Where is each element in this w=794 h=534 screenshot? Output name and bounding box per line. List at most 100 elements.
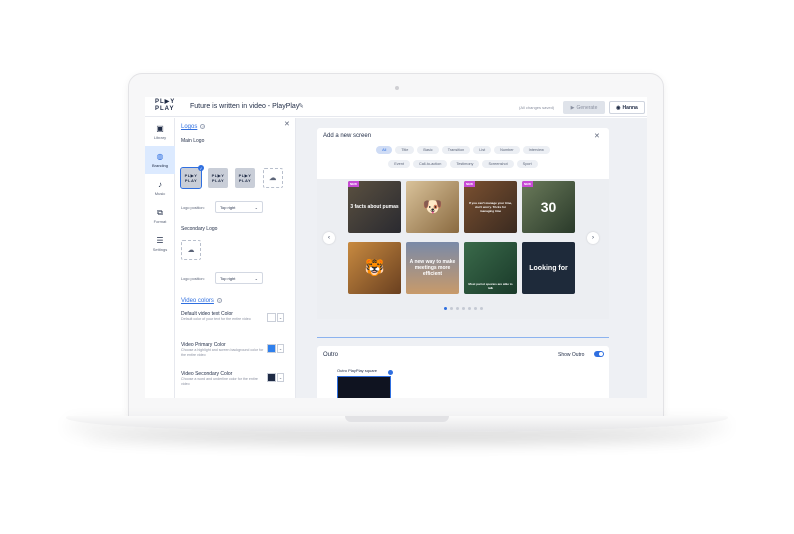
primary-color-swatch[interactable] [267,344,276,353]
play-icon: ▶ [570,104,575,111]
nav-item-music[interactable]: ♪ Music [145,174,175,202]
nav-item-settings[interactable]: ☰ Settings [145,230,175,258]
secondary-color-desc: Choose a word and underline color for th… [181,377,258,386]
template-gallery: ‹ › NEW 3 facts about pumas 🐶 NEW If you… [317,179,609,319]
primary-color-desc: Choose a highlight and screen background… [181,348,264,357]
show-outro-toggle[interactable] [594,351,604,357]
page-dot[interactable] [443,307,447,310]
nav-item-format[interactable]: ⧉ Format [145,202,175,230]
pagination-dots [317,307,609,310]
chip-number[interactable]: Number [494,146,520,154]
upload-secondary-logo-button[interactable]: ☁ [181,240,201,260]
template-tile[interactable]: Most parrot species are able to talk [464,242,517,294]
template-tile[interactable]: 🐯 [348,242,401,294]
main-area: Add a new screen ✕ All Title Basic Trans… [296,118,647,398]
laptop-notch [345,416,449,422]
secondary-position-label: Logo position: [181,277,205,281]
page-dot[interactable] [455,307,459,310]
outro-title: Outro [323,352,339,358]
nav-item-library[interactable]: ▣ Library [145,118,175,146]
cloud-upload-icon: ☁ [187,247,195,254]
new-badge: NEW [522,181,533,187]
page-dot[interactable] [467,307,471,310]
outro-card: Outro Show Outro Outro PlayPlay square [317,346,609,398]
logo-option[interactable]: PL▶Y PLAY [208,168,228,188]
app-screen: PL▶Y PLAY Future is written in video - P… [145,97,647,398]
playplay-logo[interactable]: PL▶Y PLAY [155,99,175,113]
page-dot[interactable] [479,307,483,310]
upload-logo-button[interactable]: ☁ [263,168,283,188]
dog-cat-photo: 🐶 [422,199,443,216]
template-tile[interactable]: NEW If you can't manage your time, don't… [464,181,517,233]
generate-button[interactable]: ▶ Generate [563,101,605,114]
user-menu-button[interactable]: ◉ Hanna [609,101,645,114]
library-icon: ▣ [156,123,164,133]
category-chips-row2: Event Call-to-action Testimony Screensho… [317,160,609,168]
chip-testimony[interactable]: Testimony [450,160,480,168]
logo-position-label: Logo position: [181,206,205,210]
nav-item-branding[interactable]: ◍ Branding [145,146,175,174]
sliders-icon: ☰ [156,235,164,245]
chip-all[interactable]: All [376,146,393,154]
logos-section-title: Logos? [181,124,206,131]
format-icon: ⧉ [157,207,163,217]
category-chips-row1: All Title Basic Transition List Number I… [317,146,609,154]
save-status: (All changes saved) [519,105,555,110]
chevron-down-icon: ⌄ [254,204,258,210]
info-icon[interactable]: ? [200,124,206,129]
info-icon[interactable]: ? [216,298,222,303]
chip-transition[interactable]: Transition [441,146,471,154]
page-dot[interactable] [473,307,477,310]
secondary-logo-label: Secondary Logo [181,226,218,232]
laptop-shadow [86,432,708,446]
logo-option-selected[interactable]: PL▶Y PLAY [180,167,202,189]
logo-position-select[interactable]: Top right ⌄ [215,201,263,213]
tiger-photo: 🐯 [364,260,385,277]
chevron-right-icon[interactable]: › [587,232,599,244]
project-title[interactable]: Future is written in video - PlayPlay [190,103,299,110]
user-icon: ◉ [616,104,621,111]
chip-event[interactable]: Event [388,160,410,168]
chip-call-to-action[interactable]: Call-to-action [412,160,448,168]
add-screen-card: Add a new screen ✕ All Title Basic Trans… [317,128,609,319]
template-tile[interactable]: Looking for [522,242,575,294]
insert-divider [317,337,609,338]
default-text-color-desc: Default color of your text for the entir… [181,317,251,321]
default-text-color-swatch[interactable] [267,313,276,322]
main-logo-label: Main Logo [181,138,205,144]
new-badge: NEW [348,181,359,187]
check-icon: ✓ [198,165,204,171]
show-outro-label: Show Outro [558,352,585,358]
close-icon[interactable]: ✕ [284,120,290,128]
chip-title[interactable]: Title [395,146,415,154]
page-dot[interactable] [461,307,465,310]
template-tile[interactable]: NEW 30 [522,181,575,233]
chevron-down-icon[interactable]: ⌄ [277,344,284,353]
template-tile[interactable]: NEW 3 facts about pumas [348,181,401,233]
cloud-upload-icon: ☁ [269,174,277,182]
camera-dot [395,86,399,90]
page-dot[interactable] [449,307,453,310]
chevron-down-icon[interactable]: ⌄ [277,373,284,382]
chip-sport[interactable]: Sport [516,160,538,168]
logo-option[interactable]: PL▶Y PLAY [235,168,255,188]
secondary-color-swatch[interactable] [267,373,276,382]
palette-icon: ◍ [156,151,164,161]
outro-screen-label: Outro PlayPlay square [337,368,378,373]
outro-thumbnail[interactable] [337,376,391,398]
chip-screenshot[interactable]: Screenshot [482,160,514,168]
chevron-down-icon[interactable]: ⌄ [277,313,284,322]
secondary-position-select[interactable]: Top right ⌄ [215,272,263,284]
template-tile[interactable]: 🐶 [406,181,459,233]
new-badge: NEW [464,181,475,187]
left-nav: ▣ Library ◍ Branding ♪ Music ⧉ Format ☰ … [145,118,175,398]
chevron-left-icon[interactable]: ‹ [323,232,335,244]
chip-basic[interactable]: Basic [417,146,439,154]
template-tile[interactable]: A new way to make meetings more efficien… [406,242,459,294]
chevron-down-icon: ⌄ [254,275,258,281]
pencil-icon[interactable]: ✎ [298,102,304,110]
chip-interview[interactable]: Interview [522,146,550,154]
chip-list[interactable]: List [473,146,492,154]
edit-icon[interactable] [388,370,393,375]
close-icon[interactable]: ✕ [594,132,600,140]
